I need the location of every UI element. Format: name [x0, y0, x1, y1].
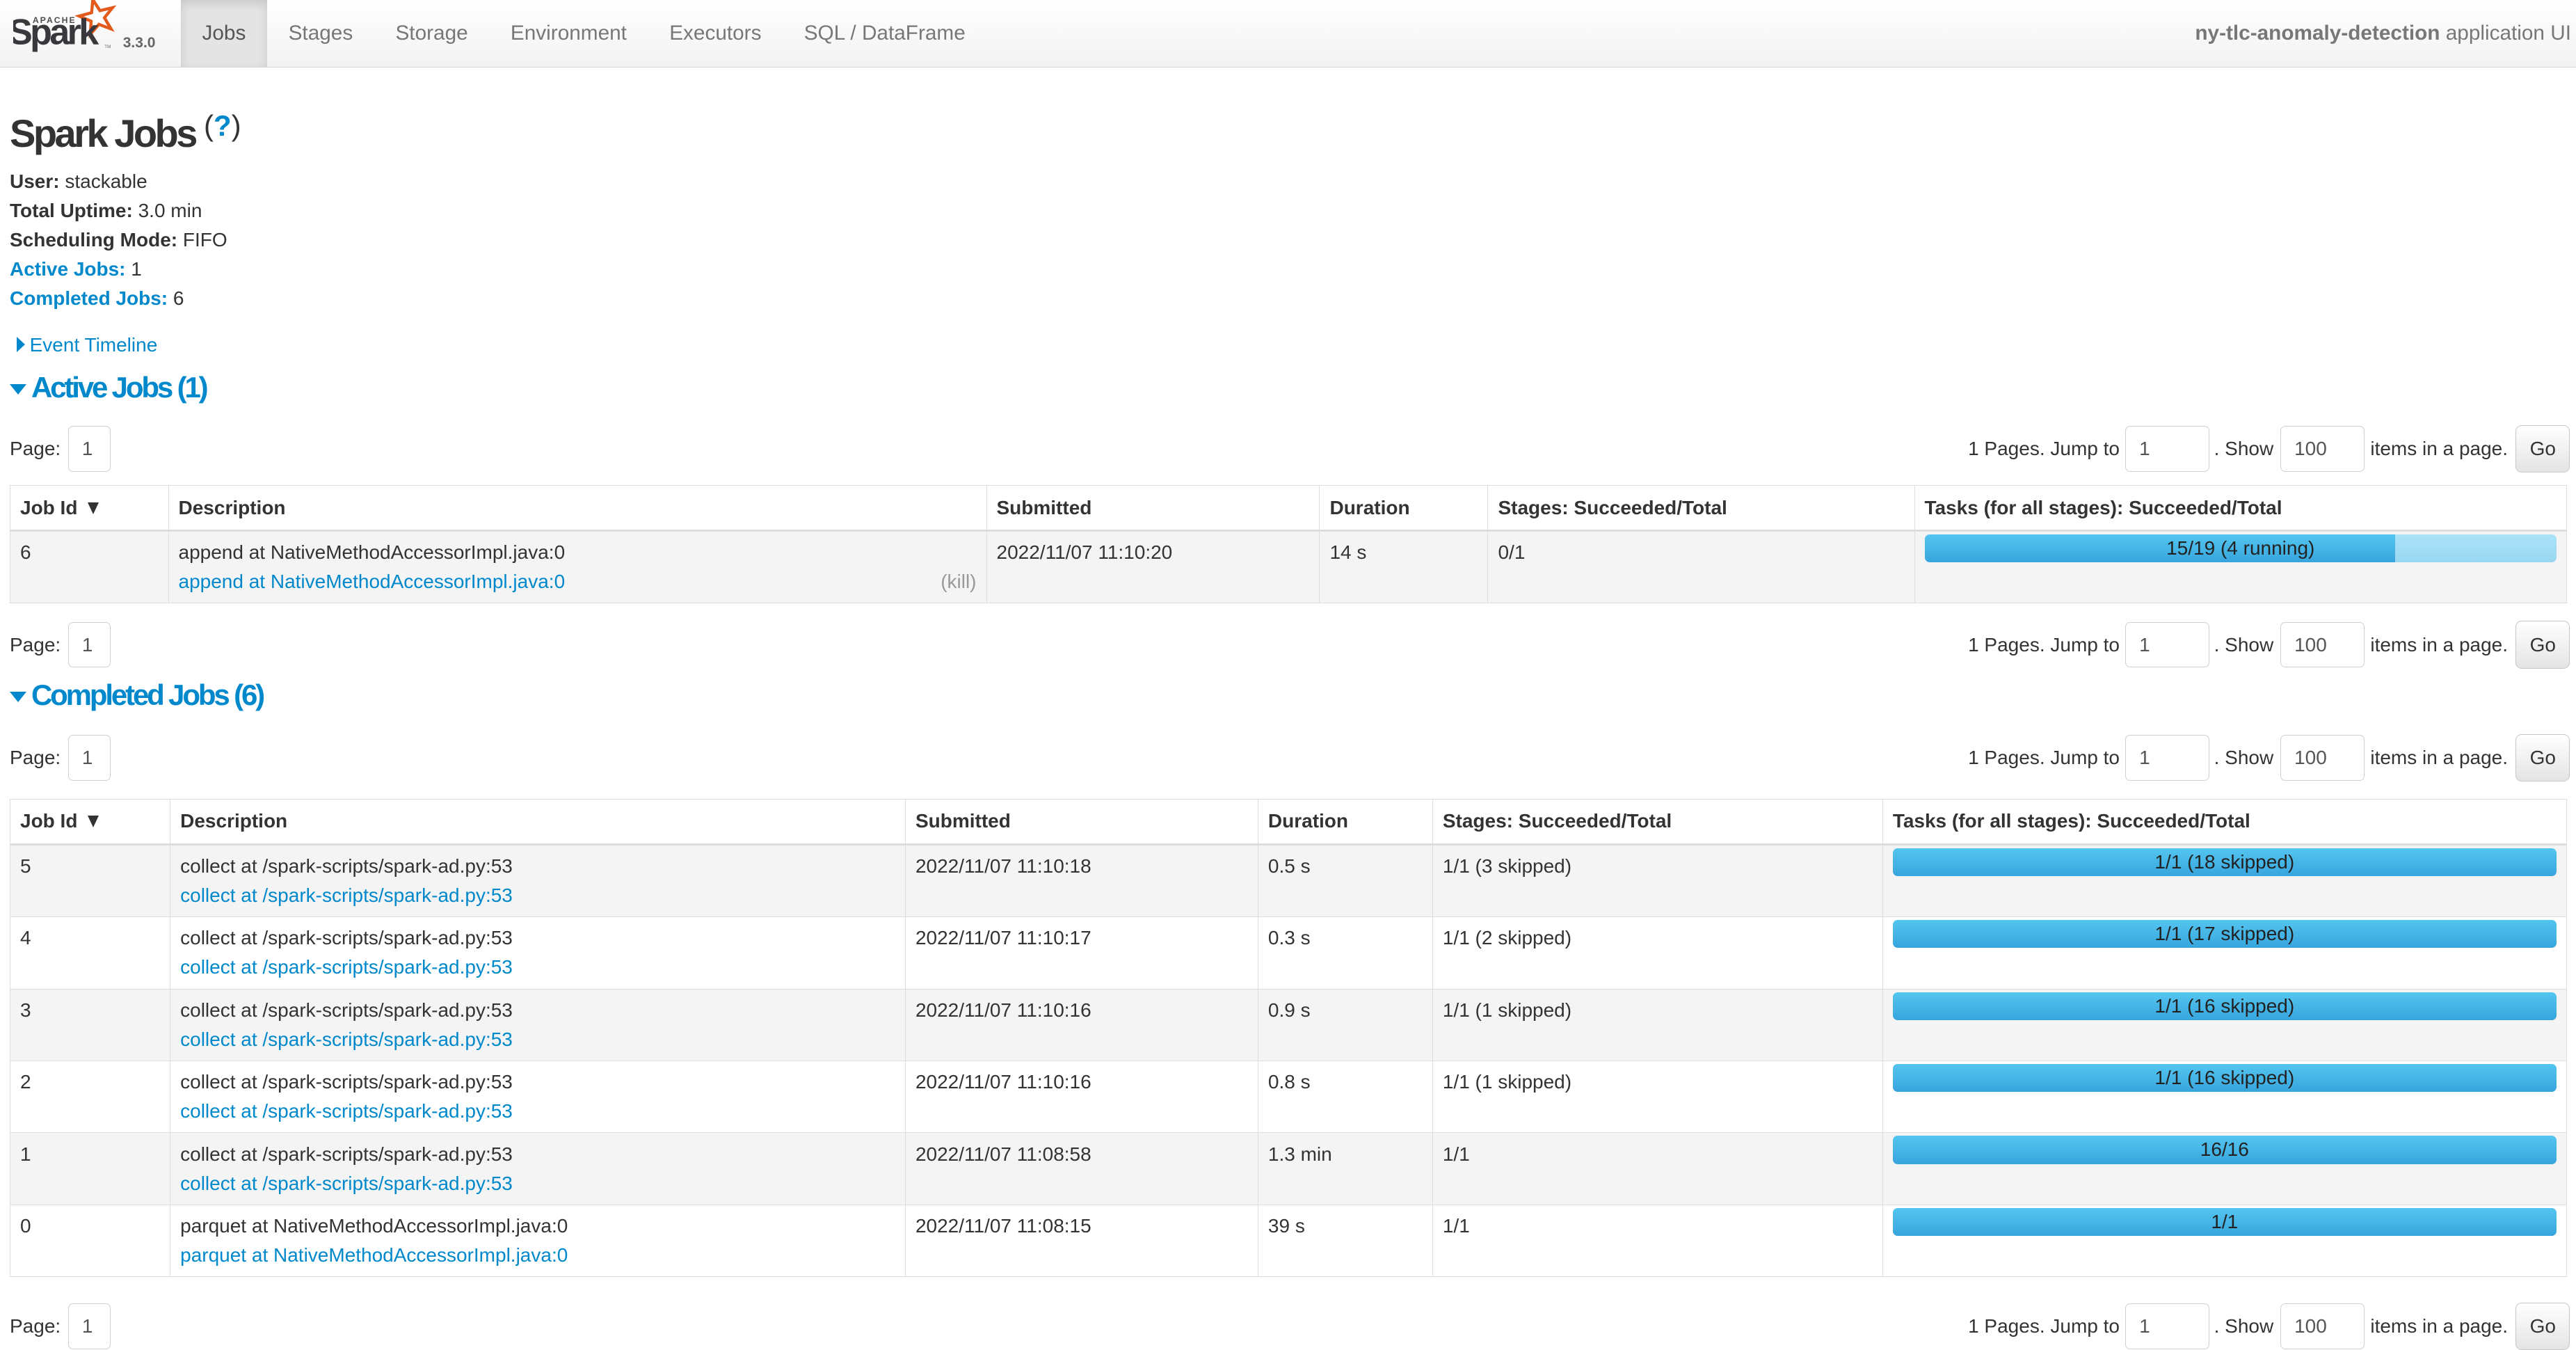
svg-text:Spark: Spark	[13, 13, 99, 53]
svg-text:TM: TM	[105, 45, 111, 49]
